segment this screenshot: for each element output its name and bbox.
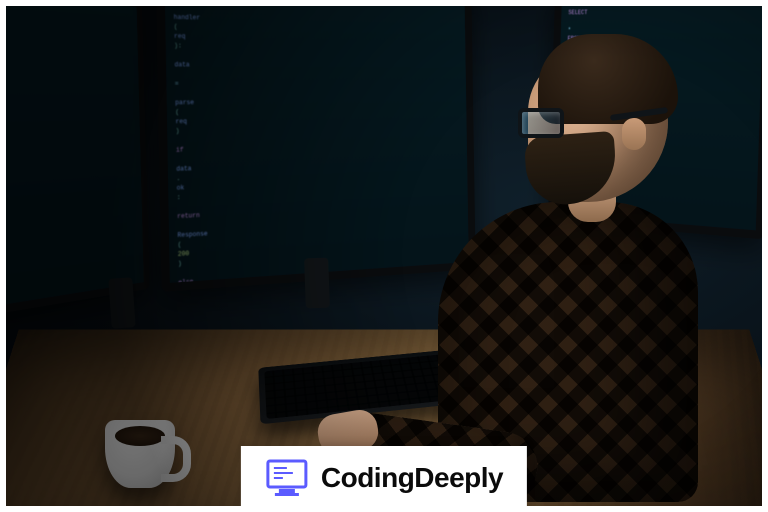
code-screen: def handler(req): data = parse(req) if d… [165,0,469,283]
code-screen: SELECT * FROM users WHERE id=1; ........… [555,0,764,230]
code-screen: // module import os from 'sys'; const ru… [0,0,144,325]
brand-badge: CodingDeeply [241,446,527,512]
brand-name: CodingDeeply [321,462,503,494]
monitor-center: def handler(req): data = parse(req) if d… [156,0,476,292]
monitor-stand [304,258,330,309]
hero-photo: // module import os from 'sys'; const ru… [0,0,768,512]
monitor-with-code-icon [265,458,309,498]
coffee-mug [105,420,175,488]
monitor-right: SELECT * FROM users WHERE id=1; ........… [548,0,768,239]
monitor-stand [108,277,135,329]
